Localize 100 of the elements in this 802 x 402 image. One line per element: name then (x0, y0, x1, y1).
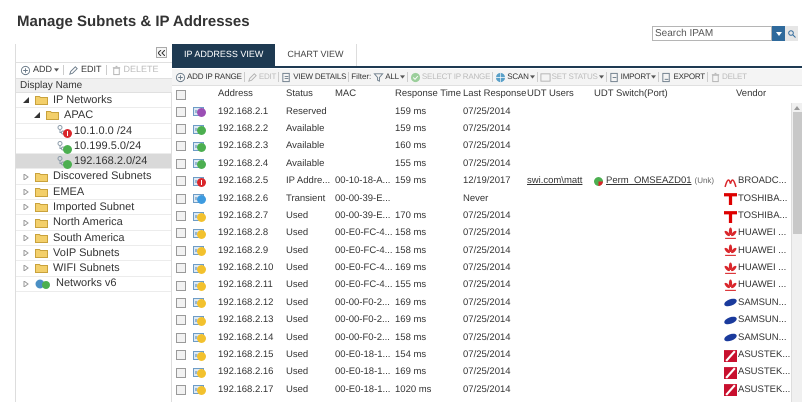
table-row[interactable]: 192.168.2.2 Available 159 ms 07/25/2014 (172, 120, 791, 138)
table-row[interactable]: 192.168.2.16 Used 00-E0-18-1... 169 ms 07/25/2014 ASUSTEK... (172, 364, 791, 382)
scrollbar[interactable] (791, 103, 802, 402)
column-header[interactable]: Response Time (395, 87, 463, 102)
table-row[interactable]: 192.168.2.5 IP Addre... 00-10-18-A... 159 ms 12/19/2017 swi.com\matt Perm_OMSEAZD01 (Unk) BROADC... (172, 172, 791, 190)
table-cell: 1020 ms (395, 384, 432, 395)
row-checkbox[interactable] (176, 194, 186, 204)
tree-item[interactable]: APAC (16, 108, 171, 124)
collapsed-arrow-icon[interactable] (23, 250, 29, 256)
row-checkbox[interactable] (176, 263, 186, 274)
row-checkbox[interactable] (176, 124, 186, 134)
table-cell-text: 07/25/2014 (463, 226, 512, 240)
expanded-arrow-icon[interactable] (23, 97, 29, 104)
document-icon (608, 72, 620, 82)
table-cell-text: 07/25/2014 (463, 330, 512, 345)
row-checkbox[interactable] (176, 315, 186, 326)
select-all-checkbox[interactable] (176, 90, 186, 100)
tree-item[interactable]: South America (16, 230, 171, 246)
tree-item[interactable]: VoIP Subnets (16, 246, 171, 262)
row-checkbox[interactable] (176, 368, 186, 378)
expanded-arrow-icon[interactable] (34, 112, 40, 118)
toolbar-button[interactable]: ADD (20, 63, 60, 77)
table-cell-text: Used (286, 226, 310, 240)
column-header[interactable]: Address (218, 87, 286, 102)
row-checkbox[interactable] (176, 211, 186, 222)
row-checkbox[interactable] (176, 158, 186, 169)
table-row[interactable]: 192.168.2.1 Reserved 159 ms 07/25/2014 (172, 103, 791, 120)
row-checkbox[interactable] (176, 332, 186, 343)
row-checkbox[interactable] (176, 246, 186, 256)
search-field[interactable]: Search IPAM (652, 26, 772, 41)
tree-item[interactable]: WIFI Subnets (16, 261, 171, 277)
tree-item[interactable]: Networks v6 (16, 276, 171, 292)
tree-item[interactable]: IP Networks (16, 93, 171, 108)
table-cell: 169 ms (395, 314, 426, 326)
table-cell-text: Used (286, 382, 310, 397)
column-header[interactable]: UDT Switch(Port) (594, 87, 724, 102)
collapse-button[interactable] (156, 47, 167, 58)
tree-item[interactable]: North America (16, 215, 171, 231)
toolbar-button[interactable]: ADD IP RANGE (175, 71, 242, 83)
search-button[interactable] (785, 26, 798, 41)
table-row[interactable]: 192.168.2.14 Used 00-00-F0-2... 158 ms 07/25/2014 SAMSUN... (172, 329, 791, 346)
table-cell: 169 ms (395, 296, 426, 308)
collapsed-arrow-icon[interactable] (23, 234, 29, 241)
table-cell-text: 192.168.2.5 (218, 174, 270, 188)
tree-item[interactable]: 10.199.5.0/24 (16, 138, 171, 154)
table-row[interactable]: 192.168.2.10 Used 00-E0-FC-4... 169 ms 07/25/2014 HUAWEI ... (172, 260, 791, 277)
table-row[interactable]: 192.168.2.17 Used 00-E0-18-1... 1020 ms 07/25/2014 ASUSTEK... (172, 381, 791, 399)
row-checkbox[interactable] (176, 384, 186, 395)
table-row[interactable]: 192.168.2.9 Used 00-E0-FC-4... 158 ms 07/25/2014 HUAWEI ... (172, 242, 791, 260)
dropdown-button[interactable] (772, 26, 785, 41)
table-cell: 170 ms (395, 210, 426, 221)
table-cell: 155 ms (395, 158, 426, 169)
toolbar-button[interactable]: VIEW DETAILS (281, 71, 346, 83)
tree-item[interactable]: Discovered Subnets (16, 169, 171, 185)
collapsed-arrow-icon[interactable] (23, 220, 29, 226)
collapsed-arrow-icon[interactable] (23, 265, 29, 272)
collapsed-arrow-icon[interactable] (23, 280, 29, 287)
row-checkbox[interactable] (176, 280, 186, 291)
table-row[interactable]: 192.168.2.13 Used 00-00-F0-2... 169 ms 07/25/2014 SAMSUN... (172, 312, 791, 330)
tree-item[interactable]: 192.168.2.0/24 (16, 154, 171, 170)
toolbar-button[interactable]: IMPORT (608, 71, 656, 83)
row-checkbox[interactable] (176, 350, 186, 360)
tree-item[interactable]: 10.1.0.0 /24 (16, 124, 171, 139)
toolbar-button[interactable]: ALL (373, 71, 405, 83)
table-row[interactable]: 192.168.2.12 Used 00-00-F0-2... 169 ms 07/25/2014 SAMSUN... (172, 294, 791, 312)
tree-item[interactable]: Imported Subnet (16, 200, 171, 216)
collapsed-arrow-icon[interactable] (23, 188, 29, 195)
collapsed-arrow-icon[interactable] (23, 204, 29, 210)
switch-link[interactable]: Perm_OMSEAZD01 (606, 174, 692, 188)
collapsed-arrow-icon[interactable] (23, 174, 29, 180)
table-row[interactable]: 192.168.2.6 Transient 00-00-39-E... Never TOSHIBA... (172, 190, 791, 208)
toolbar-button[interactable]: EXPORT (661, 71, 705, 83)
row-checkbox[interactable] (176, 106, 186, 117)
vendor-logo-icon (724, 210, 737, 223)
table-cell: 159 ms (395, 122, 426, 134)
row-checkbox[interactable] (176, 141, 186, 152)
tab[interactable]: IP ADDRESS VIEW (172, 44, 276, 66)
table-cell-text: Used (286, 365, 310, 380)
table-row[interactable]: 192.168.2.3 Available 160 ms 07/25/2014 (172, 138, 791, 156)
tree-item[interactable]: EMEA (16, 184, 171, 200)
table-row[interactable]: 192.168.2.11 Used 00-E0-FC-4... 155 ms 07/25/2014 HUAWEI ... (172, 276, 791, 294)
toolbar-button[interactable]: SCAN (495, 71, 535, 83)
row-checkbox[interactable] (176, 228, 186, 238)
row-checkbox[interactable] (176, 176, 186, 186)
column-header[interactable]: UDT Users (527, 87, 594, 102)
user-link[interactable]: swi.com\matt (527, 175, 582, 186)
scroll-thumb[interactable] (792, 112, 802, 234)
toolbar-button[interactable]: EDIT (68, 63, 102, 77)
column-header[interactable]: Last Response (463, 87, 527, 102)
column-header[interactable]: MAC (335, 87, 395, 102)
table-row[interactable]: 192.168.2.4 Available 155 ms 07/25/2014 (172, 155, 791, 173)
row-checkbox[interactable] (176, 298, 186, 308)
table-row[interactable]: 192.168.2.15 Used 00-E0-18-1... 154 ms 07/25/2014 ASUSTEK... (172, 346, 791, 364)
column-header[interactable]: Status (286, 87, 335, 102)
vendor-logo-icon (724, 262, 737, 275)
switch-status-icon (594, 176, 603, 186)
column-header[interactable]: Vendor (724, 87, 794, 102)
table-row[interactable]: 192.168.2.7 Used 00-00-39-E... 170 ms 07/25/2014 TOSHIBA... (172, 207, 791, 225)
table-row[interactable]: 192.168.2.8 Used 00-E0-FC-4... 158 ms 07/25/2014 HUAWEI ... (172, 224, 791, 242)
scroll-up-icon[interactable] (794, 106, 800, 110)
